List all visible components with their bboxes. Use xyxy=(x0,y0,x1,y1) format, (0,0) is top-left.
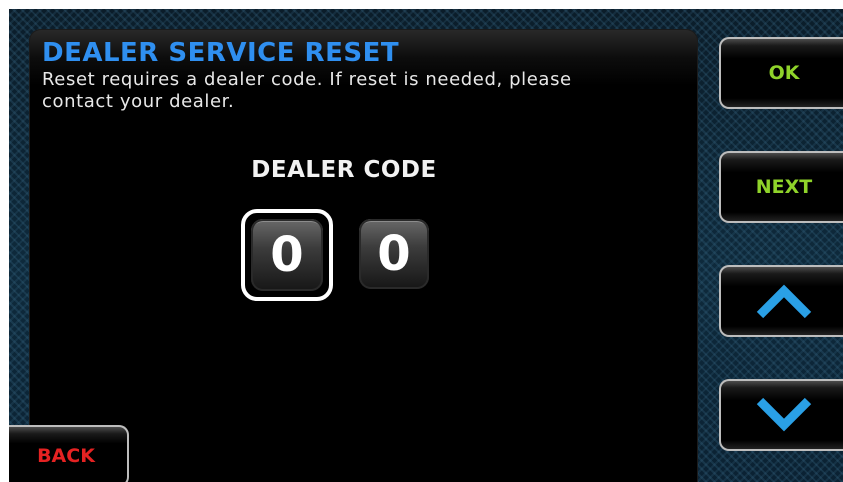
display-screen: DEALER SERVICE RESET Reset requires a de… xyxy=(9,9,843,482)
dialog-description: Reset requires a dealer code. If reset i… xyxy=(42,69,572,112)
back-button-label: BACK xyxy=(37,445,95,467)
dialog-title: DEALER SERVICE RESET xyxy=(42,38,400,68)
dealer-code-digit-1[interactable]: 0 xyxy=(241,209,333,301)
chevron-up-icon xyxy=(754,281,814,321)
dealer-code-digit-2[interactable]: 0 xyxy=(359,219,429,289)
chevron-down-icon xyxy=(754,395,814,435)
digit-face: 0 xyxy=(251,219,323,291)
down-button[interactable] xyxy=(719,379,843,451)
digit-value: 0 xyxy=(270,227,304,283)
back-button[interactable]: BACK xyxy=(9,425,129,482)
ok-button[interactable]: OK xyxy=(719,37,843,109)
digit-value: 0 xyxy=(377,226,411,282)
up-button[interactable] xyxy=(719,265,843,337)
next-button[interactable]: NEXT xyxy=(719,151,843,223)
ok-button-label: OK xyxy=(768,62,800,84)
dealer-code-label: DEALER CODE xyxy=(251,157,437,183)
next-button-label: NEXT xyxy=(755,176,813,198)
